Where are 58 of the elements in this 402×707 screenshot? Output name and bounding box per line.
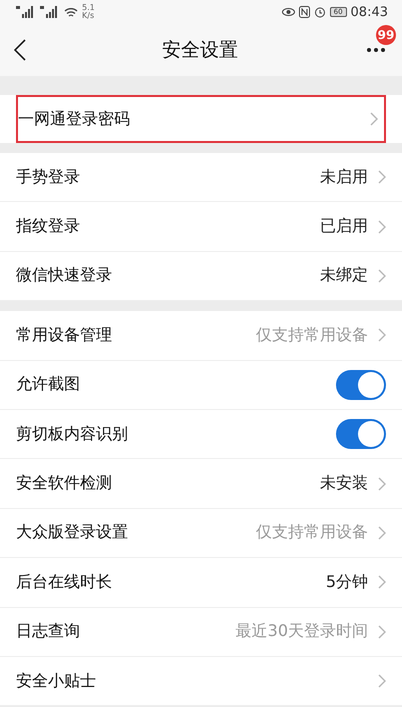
more-icon bbox=[366, 47, 386, 53]
toggle-switch[interactable] bbox=[336, 419, 386, 450]
row-label: 一网通登录密码 bbox=[18, 108, 130, 130]
settings-row[interactable]: 手势登录 未启用 bbox=[0, 153, 402, 202]
speed-unit: K/s bbox=[82, 12, 95, 20]
settings-row[interactable]: 安全小贴士 bbox=[0, 656, 402, 706]
row-label: 剪切板内容识别 bbox=[16, 424, 128, 445]
settings-row[interactable]: 允许截图 bbox=[0, 360, 402, 410]
nfc-icon bbox=[298, 6, 310, 18]
row-label: 安全小贴士 bbox=[16, 670, 96, 692]
row-label: 指纹登录 bbox=[16, 216, 80, 238]
row-value: 未安装 bbox=[320, 473, 368, 494]
signal-icon bbox=[40, 6, 60, 18]
settings-row[interactable]: 日志查询 最近30天登录时间 bbox=[0, 608, 402, 657]
highlighted-row[interactable]: 一网通登录密码 bbox=[16, 95, 386, 143]
page-title: 安全设置 bbox=[162, 38, 238, 63]
wifi-icon bbox=[64, 6, 78, 18]
row-value: 仅支持常用设备 bbox=[256, 522, 368, 544]
settings-row[interactable]: 微信快速登录 未绑定 bbox=[0, 252, 402, 302]
row-value: 未启用 bbox=[320, 166, 368, 188]
chevron-icon bbox=[378, 575, 386, 590]
chevron-icon bbox=[378, 220, 386, 234]
row-value: 5分钟 bbox=[326, 572, 368, 593]
back-icon bbox=[14, 39, 26, 61]
settings-row[interactable]: 指纹登录 已启用 bbox=[0, 202, 402, 252]
toggle-switch[interactable] bbox=[336, 370, 386, 400]
chevron-icon bbox=[378, 170, 386, 184]
chevron-icon bbox=[370, 112, 378, 126]
chevron-icon bbox=[378, 476, 386, 491]
settings-row[interactable]: 剪切板内容识别 bbox=[0, 410, 402, 460]
clock-time: 08:43 bbox=[350, 4, 388, 20]
eye-icon bbox=[282, 7, 295, 17]
more-button[interactable] bbox=[366, 47, 386, 53]
settings-row[interactable]: 安全软件检测 未安装 bbox=[0, 459, 402, 509]
row-label: 大众版登录设置 bbox=[16, 522, 128, 544]
row-label: 微信快速登录 bbox=[16, 265, 112, 286]
row-label: 常用设备管理 bbox=[16, 324, 112, 346]
chevron-icon bbox=[378, 624, 386, 639]
row-label: 日志查询 bbox=[16, 621, 80, 642]
settings-row[interactable]: 后台在线时长 5分钟 bbox=[0, 558, 402, 608]
chevron-icon bbox=[378, 328, 386, 342]
chevron-icon bbox=[378, 526, 386, 540]
signal-icon bbox=[16, 6, 36, 18]
chevron-icon bbox=[378, 268, 386, 283]
settings-row[interactable]: 大众版登录设置 仅支持常用设备 bbox=[0, 508, 402, 558]
row-label: 安全软件检测 bbox=[16, 473, 112, 494]
settings-row[interactable]: 常用设备管理 仅支持常用设备 bbox=[0, 311, 402, 361]
row-label: 后台在线时长 bbox=[16, 572, 112, 593]
chevron-icon bbox=[378, 674, 386, 688]
row-label: 允许截图 bbox=[16, 374, 80, 396]
row-value: 最近30天登录时间 bbox=[236, 621, 368, 642]
row-value: 已启用 bbox=[320, 216, 368, 238]
alarm-icon bbox=[314, 6, 326, 18]
notification-badge: 99 bbox=[376, 25, 396, 45]
row-value: 未绑定 bbox=[320, 265, 368, 286]
row-value: 仅支持常用设备 bbox=[256, 324, 368, 346]
row-label: 手势登录 bbox=[16, 166, 80, 188]
network-speed: 5.1 bbox=[82, 4, 95, 12]
